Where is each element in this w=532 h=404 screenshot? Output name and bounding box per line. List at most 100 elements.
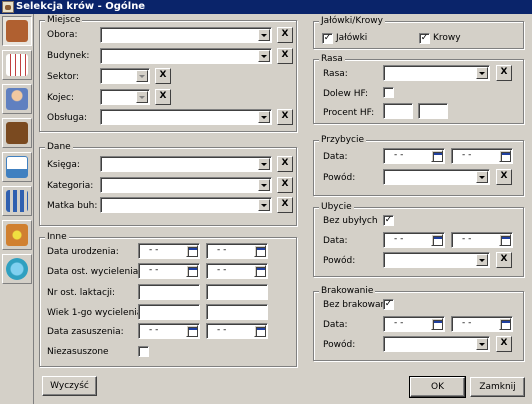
calendar-icon[interactable] [186, 265, 198, 277]
document-icon [6, 156, 28, 178]
ksiega-clear-button[interactable]: X [277, 156, 293, 172]
kojec-clear-button[interactable]: X [155, 89, 171, 105]
calendar-icon[interactable] [499, 234, 511, 246]
data-urodzenia-to[interactable]: - - [206, 243, 268, 259]
przybycie-powod-select[interactable] [383, 169, 490, 185]
dolew-hf-label: Dolew HF: [323, 89, 368, 99]
data-urodzenia-from[interactable]: - - [138, 243, 200, 259]
brakowanie-powod-clear-button[interactable]: X [496, 336, 512, 352]
chevron-down-icon[interactable] [258, 158, 270, 170]
calendar-icon[interactable] [431, 318, 443, 330]
obora-label: Obora: [47, 30, 78, 40]
niezasuszone-label: Niezasuszone [47, 347, 109, 357]
sidebar-button-flower[interactable] [2, 220, 32, 250]
obora-clear-button[interactable]: X [277, 27, 293, 43]
matka-select[interactable] [100, 197, 272, 213]
obora-select[interactable] [100, 27, 272, 43]
rasa-label: Rasa: [323, 69, 348, 79]
matka-clear-button[interactable]: X [277, 197, 293, 213]
close-button[interactable]: Zamknij [470, 377, 525, 397]
nr-laktacji-from[interactable] [138, 284, 200, 300]
ubycie-powod-label: Powód: [323, 256, 356, 266]
jalowki-checkbox[interactable]: ✓ [322, 33, 333, 44]
date-placeholder: - - [149, 265, 159, 275]
chevron-down-icon[interactable] [258, 179, 270, 191]
wiek-from[interactable] [138, 304, 200, 320]
kategoria-clear-button[interactable]: X [277, 177, 293, 193]
dolew-hf-checkbox[interactable] [383, 87, 394, 98]
procent-hf-from[interactable] [383, 103, 413, 119]
calendar-icon[interactable] [254, 265, 266, 277]
ksiega-label: Księga: [47, 160, 80, 170]
kojec-label: Kojec: [47, 93, 74, 103]
budynek-select[interactable] [100, 48, 272, 64]
procent-hf-to[interactable] [418, 103, 448, 119]
obsluga-select[interactable] [100, 109, 272, 125]
chevron-down-icon[interactable] [476, 67, 488, 79]
sektor-select[interactable] [100, 68, 150, 84]
ubycie-powod-clear-button[interactable]: X [496, 252, 512, 268]
niezasuszone-checkbox[interactable] [138, 346, 149, 357]
ubycie-data-to[interactable]: - - [451, 232, 513, 248]
brakowanie-powod-select[interactable] [383, 336, 490, 352]
chevron-down-icon[interactable] [136, 91, 148, 103]
test-tubes-icon [6, 190, 28, 212]
chevron-down-icon[interactable] [258, 29, 270, 41]
sidebar-button-document[interactable] [2, 152, 32, 182]
data-wycielenia-from[interactable]: - - [138, 263, 200, 279]
jalowki-label: Jałówki [336, 33, 368, 43]
date-placeholder: - - [149, 325, 159, 335]
chevron-down-icon[interactable] [258, 199, 270, 211]
sidebar-button-farmer[interactable] [2, 84, 32, 114]
chevron-down-icon[interactable] [258, 50, 270, 62]
data-zasuszenia-from[interactable]: - - [138, 323, 200, 339]
calendar-icon[interactable] [499, 150, 511, 162]
data-wycielenia-to[interactable]: - - [206, 263, 268, 279]
nr-laktacji-to[interactable] [206, 284, 268, 300]
calendar-icon[interactable] [254, 325, 266, 337]
sidebar-button-globe[interactable] [2, 254, 32, 284]
calendar-icon[interactable] [431, 150, 443, 162]
data-zasuszenia-to[interactable]: - - [206, 323, 268, 339]
wiek-to[interactable] [206, 304, 268, 320]
group-title-dane: Dane [45, 142, 73, 152]
kojec-select[interactable] [100, 89, 150, 105]
ubycie-data-from[interactable]: - - [383, 232, 445, 248]
chevron-down-icon[interactable] [476, 171, 488, 183]
rasa-select[interactable] [383, 65, 490, 81]
ubycie-powod-select[interactable] [383, 252, 490, 268]
calendar-icon[interactable] [254, 245, 266, 257]
przybycie-data-from[interactable]: - - [383, 148, 445, 164]
budynek-clear-button[interactable]: X [277, 48, 293, 64]
sektor-clear-button[interactable]: X [155, 68, 171, 84]
date-placeholder: - - [217, 265, 227, 275]
ksiega-select[interactable] [100, 156, 272, 172]
sidebar-button-tests[interactable] [2, 186, 32, 216]
sidebar-button-calendar[interactable] [2, 50, 32, 80]
calendar-icon[interactable] [186, 325, 198, 337]
sidebar-button-cow[interactable] [2, 118, 32, 148]
brakowanie-data-label: Data: [323, 320, 348, 330]
calendar-icon[interactable] [431, 234, 443, 246]
clear-all-button[interactable]: Wyczyść [42, 376, 97, 396]
chevron-down-icon[interactable] [476, 254, 488, 266]
kategoria-select[interactable] [100, 177, 272, 193]
krowy-checkbox[interactable]: ✓ [419, 33, 430, 44]
brakowanie-data-to[interactable]: - - [451, 316, 513, 332]
bez-ubylych-checkbox[interactable]: ✓ [383, 215, 394, 226]
chevron-down-icon[interactable] [476, 338, 488, 350]
brakowanie-data-from[interactable]: - - [383, 316, 445, 332]
calendar-icon[interactable] [499, 318, 511, 330]
rasa-clear-button[interactable]: X [496, 65, 512, 81]
chevron-down-icon[interactable] [136, 70, 148, 82]
sidebar-button-general[interactable] [2, 16, 32, 46]
chevron-down-icon[interactable] [258, 111, 270, 123]
date-placeholder: - - [462, 150, 472, 160]
ok-button[interactable]: OK [409, 376, 466, 398]
obsluga-clear-button[interactable]: X [277, 109, 293, 125]
calendar-icon[interactable] [186, 245, 198, 257]
sidebar [0, 14, 34, 404]
przybycie-data-to[interactable]: - - [451, 148, 513, 164]
przybycie-powod-clear-button[interactable]: X [496, 169, 512, 185]
bez-brakowania-checkbox[interactable]: ✓ [383, 299, 394, 310]
